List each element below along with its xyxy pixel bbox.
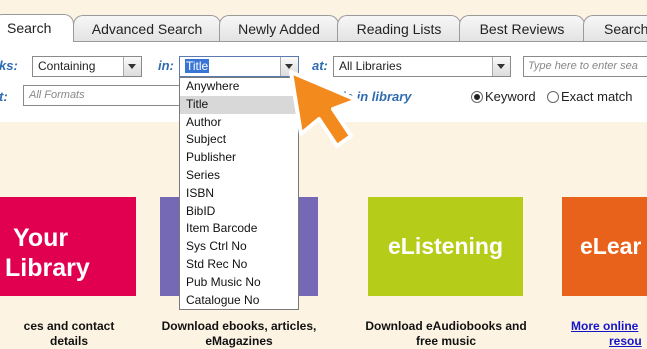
tile-your-library[interactable]: Your Library — [0, 197, 136, 296]
tab-search[interactable]: Search — [0, 14, 74, 42]
exact-match-radio-label: Exact match — [561, 89, 633, 104]
tile-title: Your — [13, 224, 69, 252]
dropdown-option-anywhere[interactable]: Anywhere — [180, 78, 298, 96]
chevron-down-icon[interactable] — [123, 57, 141, 76]
tab-bar: Search Advanced Search Newly Added Readi… — [0, 0, 647, 42]
keyword-radio[interactable] — [471, 91, 483, 103]
tab-advanced-search[interactable]: Advanced Search — [73, 15, 221, 41]
tab-label: Search — [7, 20, 52, 36]
in-label: in: — [158, 58, 174, 73]
caption-ebooks: Download ebooks, articles, eMagazines — [140, 319, 338, 349]
caption-line: Download eAudiobooks and — [365, 319, 527, 333]
words-select[interactable]: Containing — [32, 56, 142, 77]
tab-label: Newly Added — [238, 21, 320, 37]
tab-reading-lists[interactable]: Reading Lists — [337, 15, 461, 41]
words-select-value: Containing — [38, 59, 96, 73]
dropdown-option-catalogue-no[interactable]: Catalogue No — [180, 292, 298, 310]
in-field-dropdown-list[interactable]: Anywhere Title Author Subject Publisher … — [179, 77, 299, 310]
tab-label: Advanced Search — [91, 21, 203, 37]
dropdown-option-std-rec-no[interactable]: Std Rec No — [180, 256, 298, 274]
words-label: ks: — [0, 58, 18, 73]
dropdown-option-subject[interactable]: Subject — [180, 131, 298, 149]
search-input[interactable]: Type here to enter sea — [523, 56, 647, 77]
tile-elearning[interactable]: eLear — [562, 197, 647, 296]
caption-elearning-link[interactable]: More online resou — [571, 319, 647, 349]
dropdown-option-item-barcode[interactable]: Item Barcode — [180, 220, 298, 238]
caption-line: details — [49, 334, 88, 348]
search-input-placeholder: Type here to enter sea — [528, 60, 638, 72]
tab-best-reviews[interactable]: Best Reviews — [459, 15, 585, 41]
tab-label: Best Reviews — [479, 21, 565, 37]
app-frame: Search Advanced Search Newly Added Readi… — [0, 0, 647, 349]
caption-line: resou — [609, 334, 642, 348]
format-select-value: All Formats — [29, 89, 85, 101]
tab-search-more[interactable]: Search — [583, 15, 647, 41]
caption-your-library: ces and contact details — [0, 319, 142, 349]
dropdown-option-publisher[interactable]: Publisher — [180, 149, 298, 167]
exact-match-radio[interactable] — [547, 91, 559, 103]
dropdown-option-bibid[interactable]: BibID — [180, 203, 298, 221]
format-label: t: — [0, 89, 8, 104]
tab-label: Reading Lists — [356, 21, 442, 37]
dropdown-option-isbn[interactable]: ISBN — [180, 185, 298, 203]
caption-line: eMagazines — [205, 334, 273, 348]
in-select-value: Title — [185, 59, 210, 73]
caption-elistening: Download eAudiobooks and free music — [348, 319, 544, 349]
dropdown-option-pub-music-no[interactable]: Pub Music No — [180, 274, 298, 292]
caption-line: Download ebooks, articles, — [161, 319, 317, 333]
tab-label: Search — [604, 21, 647, 37]
caption-line: free music — [415, 334, 477, 348]
dropdown-option-sys-ctrl-no[interactable]: Sys Ctrl No — [180, 238, 298, 256]
dropdown-option-author[interactable]: Author — [180, 114, 298, 132]
tile-elistening[interactable]: eListening — [368, 197, 523, 296]
tile-title: eListening — [387, 233, 503, 259]
dropdown-option-series[interactable]: Series — [180, 167, 298, 185]
caption-line: More online — [571, 319, 639, 333]
keyword-radio-label: Keyword — [485, 89, 536, 104]
cursor-arrow-icon — [289, 70, 359, 148]
tile-title-line2: Library — [5, 254, 90, 282]
dropdown-option-title[interactable]: Title — [180, 95, 298, 114]
caption-line: ces and contact — [23, 319, 115, 333]
tile-title: eLear — [580, 233, 642, 259]
tab-newly-added[interactable]: Newly Added — [219, 15, 339, 41]
format-select[interactable]: All Formats — [23, 85, 203, 106]
chevron-down-icon[interactable] — [492, 57, 510, 76]
in-field-select[interactable]: Title — [179, 56, 299, 77]
